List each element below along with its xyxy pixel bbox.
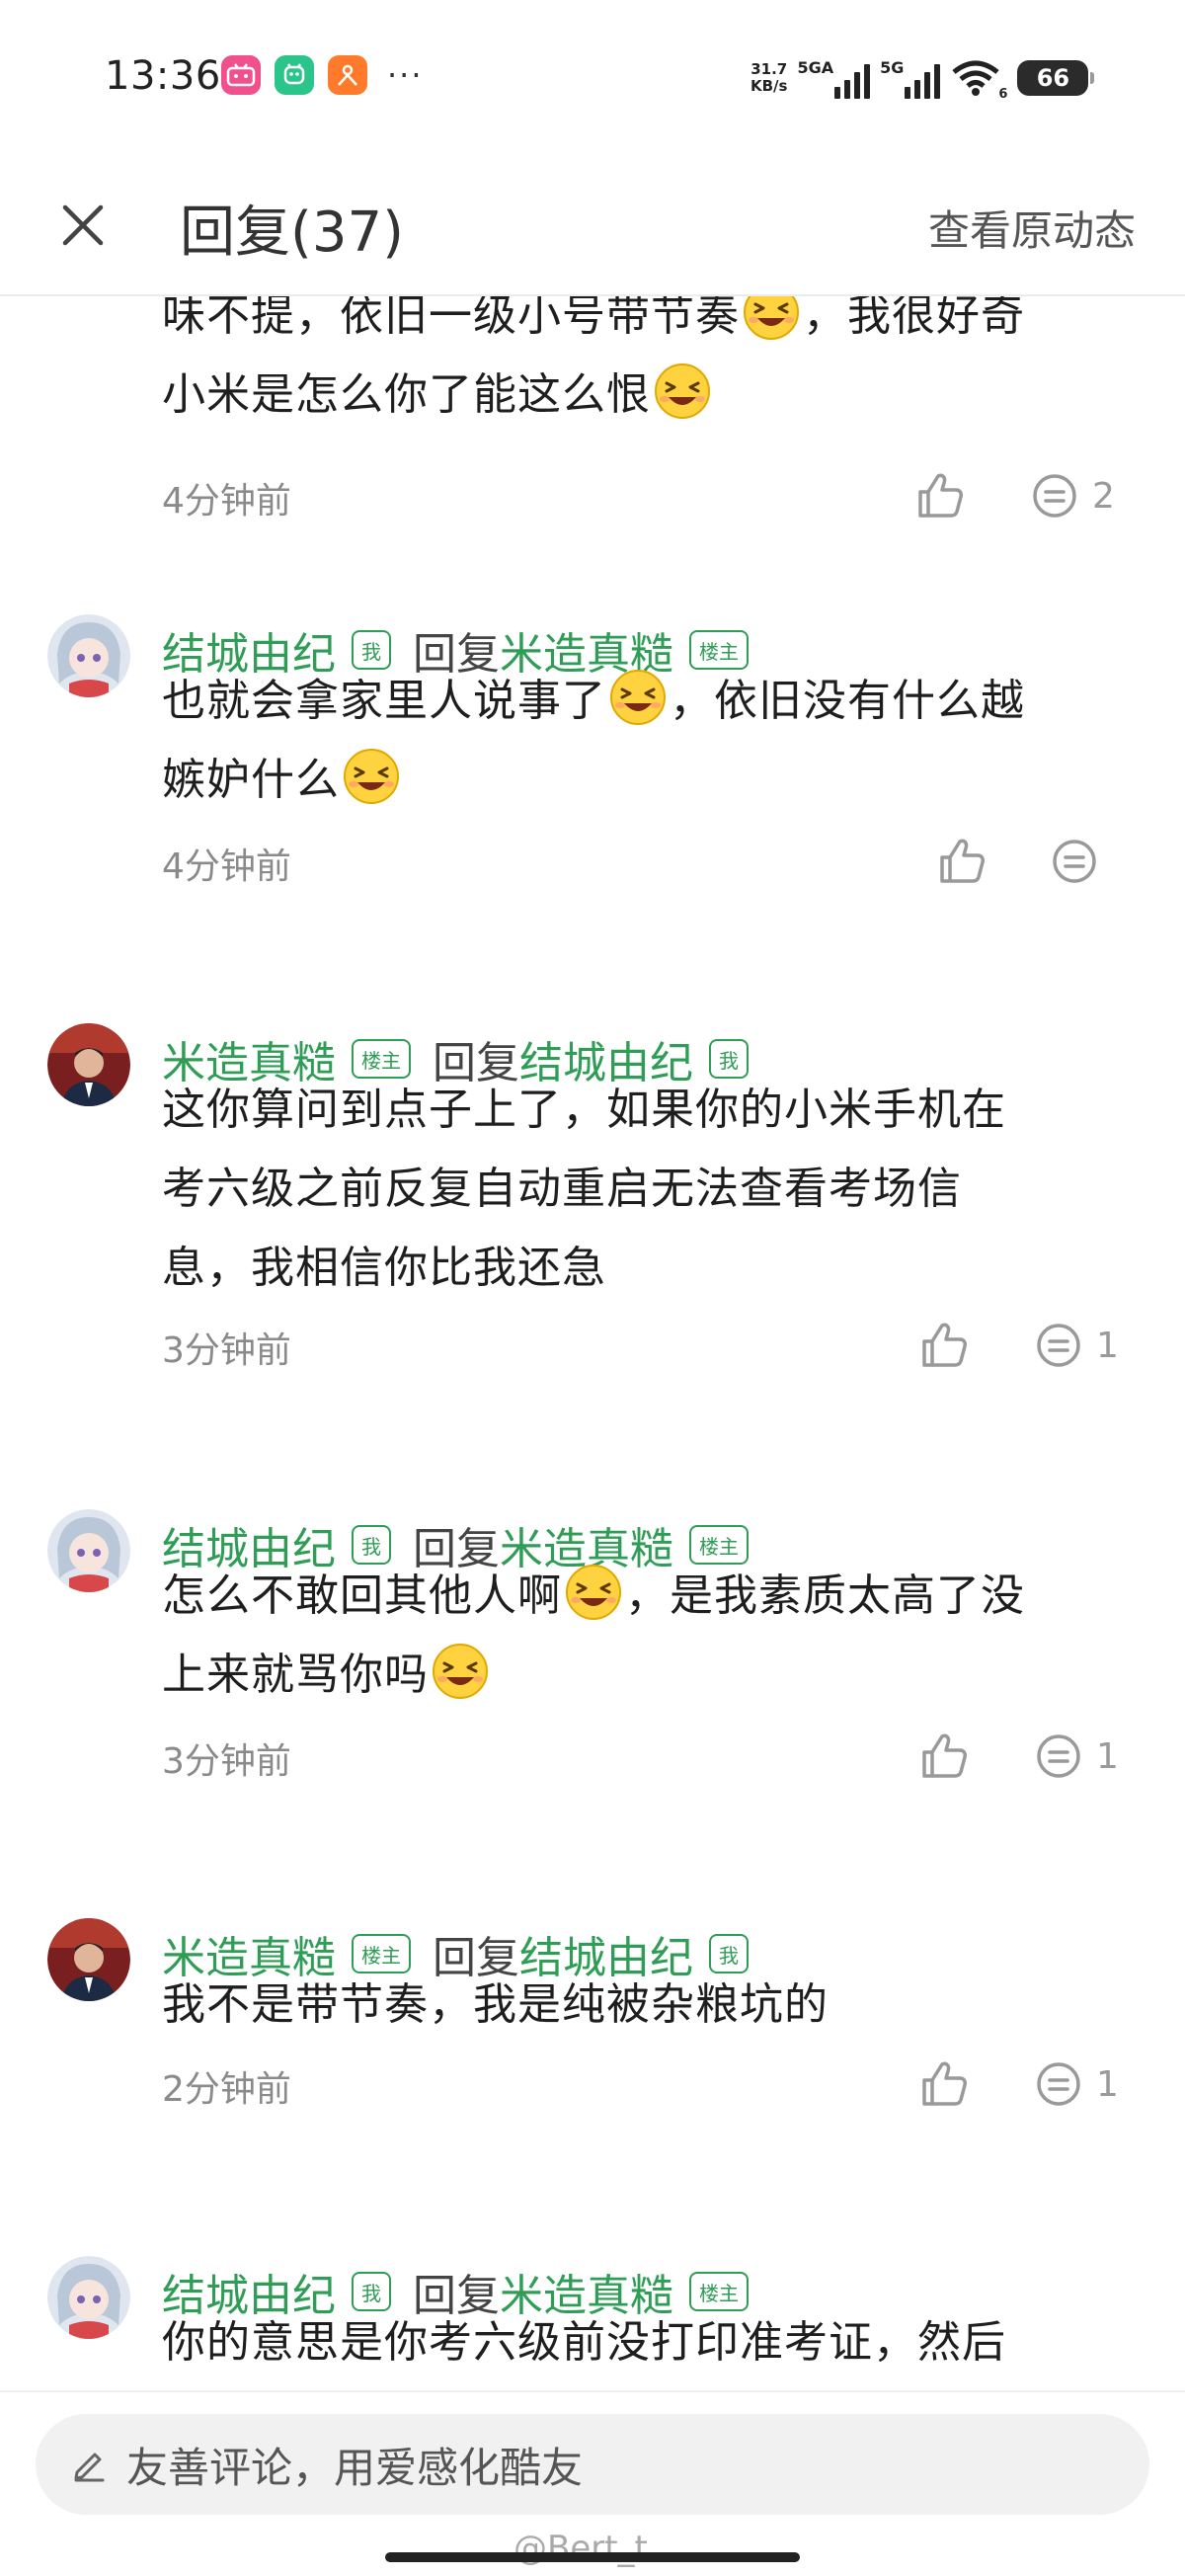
page-title: 回复(37) bbox=[180, 201, 404, 265]
status-app-icons: ··· bbox=[221, 55, 424, 95]
reply-content: 也就会拿家里人说事了 ，依旧没有什么越 嫉妒什么 bbox=[162, 662, 1130, 820]
comment-input[interactable]: 友善评论，用爱感化酷友 bbox=[36, 2414, 1149, 2515]
wifi-badge: 6 bbox=[998, 87, 1008, 102]
reply-item: 结城由纪 我 回复 米造真糙 楼主 也就会拿家里人说事了 ，依旧没有什么越 嫉妒什… bbox=[0, 614, 1185, 911]
avatar[interactable] bbox=[47, 1023, 130, 1106]
status-indicators: 31.7 KB/s 5GA 5G 6 66 bbox=[750, 55, 1095, 102]
like-icon bbox=[922, 2061, 967, 2106]
home-indicator[interactable] bbox=[385, 2552, 800, 2562]
signal-5g: 5G bbox=[880, 57, 941, 99]
status-bar: 13:36 ··· 31.7 KB/s 5GA 5G 6 66 bbox=[0, 0, 1185, 158]
view-original-post-link[interactable]: 查看原动态 bbox=[928, 198, 1136, 258]
network-speed: 31.7 KB/s bbox=[750, 61, 787, 95]
reply-text: 小米是怎么你了能这么恨 bbox=[162, 369, 651, 420]
reply-text: 味不提，依旧一级小号带节奏 bbox=[162, 296, 740, 341]
reply-item: 结城由纪 我 回复 米造真糙 楼主 怎么不敢回其他人啊 ，是我素质太高了没 上来就… bbox=[0, 1509, 1185, 1825]
comment-button[interactable]: 2 bbox=[1031, 468, 1115, 523]
signal-5ga: 5GA bbox=[797, 57, 871, 99]
like-icon bbox=[918, 473, 963, 518]
comment-input-placeholder: 友善评论，用爱感化酷友 bbox=[126, 2443, 584, 2492]
like-icon bbox=[922, 1733, 967, 1778]
comment-icon bbox=[1037, 1734, 1080, 1778]
bilibili-app-icon bbox=[221, 55, 261, 95]
comment-button[interactable]: 1 bbox=[1035, 1729, 1119, 1784]
comment-icon bbox=[1053, 840, 1096, 883]
comment-icon bbox=[1037, 2062, 1080, 2106]
emoji-laugh-icon bbox=[742, 296, 801, 342]
more-notifications-icon: ··· bbox=[387, 56, 424, 94]
reply-content: 怎么不敢回其他人啊 ，是我素质太高了没 上来就骂你吗 bbox=[162, 1557, 1130, 1715]
signal-bars-icon bbox=[834, 63, 871, 99]
reply-time: 2分钟前 bbox=[162, 2069, 291, 2110]
reply-content: 我不是带节奏，我是纯被杂粮坑的 bbox=[162, 1966, 1130, 2045]
like-button[interactable] bbox=[912, 468, 968, 523]
reply-content: 味不提，依旧一级小号带节奏 ，我很好奇 小米是怎么你了能这么恨 bbox=[162, 296, 1130, 435]
comment-icon bbox=[1033, 474, 1076, 518]
avatar[interactable] bbox=[47, 1918, 130, 2001]
reply-time: 4分钟前 bbox=[162, 846, 291, 887]
battery-indicator: 66 bbox=[1017, 60, 1095, 96]
reply-time: 3分钟前 bbox=[162, 1330, 291, 1371]
avatar[interactable] bbox=[47, 614, 130, 697]
app-icon-orange bbox=[328, 55, 367, 95]
reply-text: 怎么不敢回其他人啊 bbox=[162, 1570, 562, 1621]
signal-5ga-label: 5GA bbox=[797, 57, 834, 77]
reply-text: 息，我相信你比我还急 bbox=[162, 1243, 606, 1293]
emoji-laugh-icon bbox=[608, 668, 668, 727]
like-icon bbox=[922, 1323, 967, 1367]
reply-text: ，是我素质太高了没 bbox=[625, 1570, 1025, 1621]
close-button[interactable] bbox=[47, 190, 118, 261]
emoji-laugh-icon bbox=[431, 1642, 490, 1701]
comment-icon bbox=[1037, 1324, 1080, 1367]
reply-item: 米造真糙 楼主 回复 结城由纪 我 这你算问到点子上了，如果你的小米手机在 考六… bbox=[0, 1023, 1185, 1418]
reply-time: 4分钟前 bbox=[162, 481, 291, 522]
comment-count: 1 bbox=[1096, 1735, 1119, 1777]
comment-button[interactable]: 1 bbox=[1035, 2056, 1119, 2112]
close-icon bbox=[62, 204, 104, 246]
reply-text: 考六级之前反复自动重启无法查看考场信 bbox=[162, 1164, 962, 1214]
reply-item: 结城由纪 我 回复 米造真糙 楼主 你的意思是你考六级前没打印准考证，然后 bbox=[0, 2256, 1185, 2390]
comment-count: 1 bbox=[1096, 1325, 1119, 1366]
coolapk-app-icon bbox=[275, 55, 314, 95]
reply-text: 你的意思是你考六级前没打印准考证，然后 bbox=[162, 2317, 1006, 2368]
signal-bars-icon bbox=[905, 63, 941, 99]
comment-button[interactable] bbox=[1051, 834, 1112, 889]
network-speed-value: 31.7 bbox=[750, 60, 788, 78]
comment-button[interactable]: 1 bbox=[1035, 1318, 1119, 1373]
reply-header: 回复(37) 查看原动态 bbox=[0, 158, 1185, 296]
like-icon bbox=[940, 839, 985, 883]
signal-5g-label: 5G bbox=[880, 57, 905, 77]
reply-time: 3分钟前 bbox=[162, 1741, 291, 1782]
emoji-laugh-icon bbox=[653, 362, 712, 421]
bottom-bar: 友善评论，用爱感化酷友 @Bert_t bbox=[0, 2390, 1185, 2576]
emoji-laugh-icon bbox=[564, 1563, 623, 1622]
like-button[interactable] bbox=[934, 834, 989, 889]
reply-list[interactable]: 味不提，依旧一级小号带节奏 ，我很好奇 小米是怎么你了能这么恨 4分钟前 2 结城… bbox=[0, 296, 1185, 2390]
reply-text: 上来就骂你吗 bbox=[162, 1650, 429, 1700]
reply-item: 米造真糙 楼主 回复 结城由纪 我 我不是带节奏，我是纯被杂粮坑的 2分钟前 1 bbox=[0, 1918, 1185, 2175]
comment-count: 2 bbox=[1092, 475, 1115, 517]
reply-text: 我不是带节奏，我是纯被杂粮坑的 bbox=[162, 1979, 829, 2030]
wifi-icon: 6 bbox=[950, 58, 1007, 102]
comment-count: 1 bbox=[1096, 2063, 1119, 2105]
reply-content: 这你算问到点子上了，如果你的小米手机在 考六级之前反复自动重启无法查看考场信 息… bbox=[162, 1071, 1130, 1308]
reply-text: 嫉妒什么 bbox=[162, 755, 340, 805]
avatar[interactable] bbox=[47, 2256, 130, 2339]
status-time: 13:36 bbox=[105, 53, 221, 99]
edit-icon bbox=[74, 2453, 105, 2482]
reply-text: 也就会拿家里人说事了 bbox=[162, 676, 606, 726]
like-button[interactable] bbox=[916, 2056, 972, 2112]
reply-text: ，依旧没有什么越 bbox=[670, 676, 1025, 726]
reply-text: 这你算问到点子上了，如果你的小米手机在 bbox=[162, 1085, 1006, 1135]
reply-item: 味不提，依旧一级小号带节奏 ，我很好奇 小米是怎么你了能这么恨 4分钟前 2 bbox=[0, 296, 1185, 549]
network-speed-unit: KB/s bbox=[750, 77, 788, 95]
watermark: @Bert_t bbox=[514, 2529, 648, 2568]
like-button[interactable] bbox=[916, 1729, 972, 1784]
avatar[interactable] bbox=[47, 1509, 130, 1592]
reply-content: 你的意思是你考六级前没打印准考证，然后 bbox=[162, 2303, 1130, 2382]
emoji-laugh-icon bbox=[342, 747, 401, 806]
like-button[interactable] bbox=[916, 1318, 972, 1373]
reply-text: ，我很好奇 bbox=[803, 296, 1025, 341]
